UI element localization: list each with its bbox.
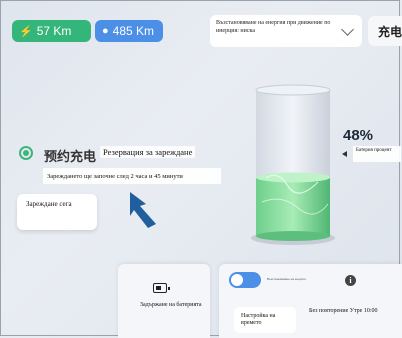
pointer-left-icon [342, 151, 347, 157]
battery-liquid [256, 177, 330, 236]
regen-dropdown[interactable]: Възстановяване на енергия при движение п… [210, 15, 362, 47]
repeat-schedule-text: Без повторение Утре 10:00 [309, 308, 378, 314]
battery-range-pill: ● 485 Km [95, 20, 163, 42]
charge-start-text: Зареждането ще започне след 2 часа и 45 … [43, 168, 221, 184]
battery-cylinder [251, 84, 335, 245]
arrow-up-right-icon [130, 192, 156, 228]
battery-percent-label: Батерия процент [353, 146, 401, 162]
time-setting-button[interactable]: Настройка на времето [234, 307, 296, 333]
battery-hold-label: Задържане на батерията [140, 302, 202, 308]
toggle-caption: Възстановяване на енергия [267, 277, 306, 281]
tab-charge-label: 充电 [378, 24, 402, 39]
charge-now-label: Зареждане сега [26, 200, 72, 208]
reservation-label-cn: 预约充电 [44, 149, 97, 164]
tab-charge[interactable]: 充电 [368, 16, 402, 46]
reservation-label: Резервация за зареждане [100, 146, 196, 158]
time-setting-label: Настройка на времето [241, 313, 276, 326]
chevron-down-icon [341, 23, 354, 36]
schedule-toggle[interactable] [229, 272, 261, 288]
range-value: 57 Km [36, 24, 72, 38]
toggle-knob [231, 274, 243, 286]
reservation-radio[interactable] [19, 146, 33, 160]
battery-percent: 48% [343, 127, 374, 144]
drop-icon: ● [102, 25, 109, 37]
range-pill: ⚡ 57 Km [12, 20, 91, 42]
battery-icon [153, 283, 170, 293]
battery-range-value: 485 Km [112, 24, 155, 38]
info-icon[interactable]: i [345, 275, 356, 286]
charge-now-button[interactable]: Зареждане сега [17, 194, 97, 230]
lightning-icon: ⚡ [19, 25, 33, 38]
radio-dot-icon [23, 150, 29, 156]
regen-label: Възстановяване на енергия при движение п… [216, 20, 331, 34]
